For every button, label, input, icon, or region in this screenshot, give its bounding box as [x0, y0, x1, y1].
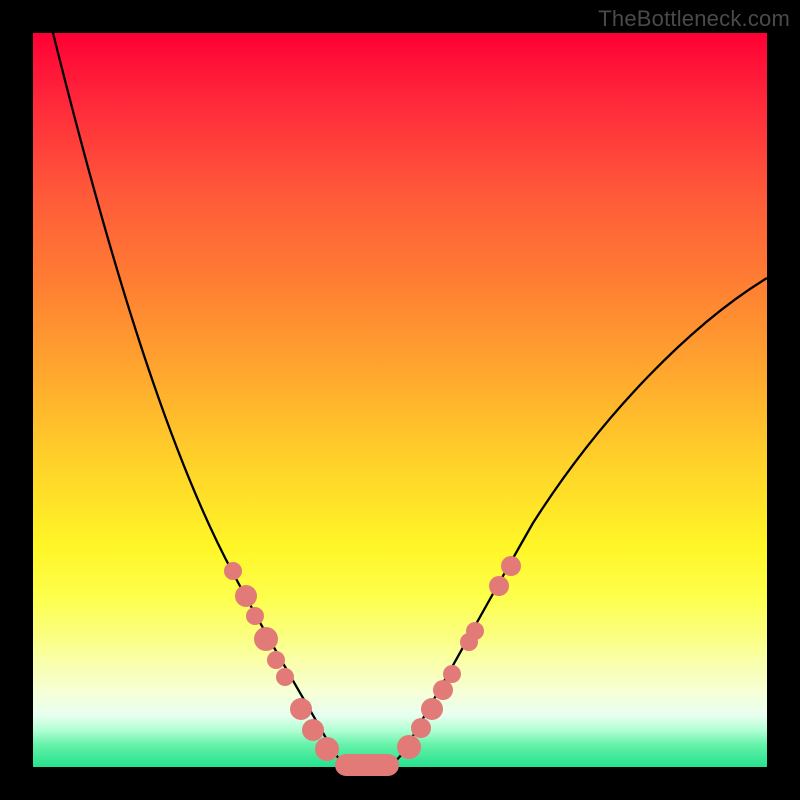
data-dot [254, 627, 278, 651]
bottom-pill [335, 754, 399, 776]
left-curve [53, 33, 343, 764]
curve-layer [33, 33, 767, 767]
data-dot [411, 718, 431, 738]
data-dot [397, 735, 421, 759]
data-dot [433, 680, 453, 700]
data-dot [246, 607, 264, 625]
data-dot [421, 698, 443, 720]
data-dot [466, 622, 484, 640]
data-dot [235, 585, 257, 607]
plot-area [33, 33, 767, 767]
watermark-text: TheBottleneck.com [598, 6, 790, 32]
data-dot [290, 698, 312, 720]
data-dot [224, 562, 242, 580]
chart-frame: TheBottleneck.com [0, 0, 800, 800]
dot-group [224, 556, 521, 761]
data-dot [489, 576, 509, 596]
data-dot [443, 665, 461, 683]
data-dot [302, 719, 324, 741]
data-dot [315, 737, 339, 761]
data-dot [501, 556, 521, 576]
data-dot [276, 668, 294, 686]
data-dot [267, 651, 285, 669]
